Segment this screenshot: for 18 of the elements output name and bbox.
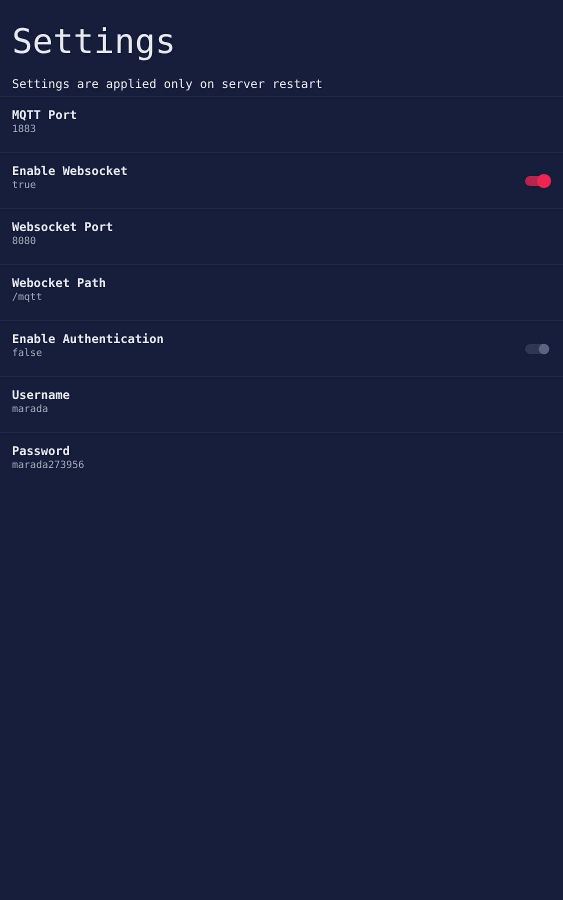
setting-label: MQTT Port (12, 106, 78, 122)
setting-value: true (12, 178, 36, 192)
setting-value: marada (12, 402, 48, 416)
setting-label: Webocket Path (12, 274, 106, 290)
page-title: Settings (11, 21, 177, 64)
restart-notice: Settings are applied only on server restart (11, 76, 324, 92)
setting-value: marada273956 (12, 458, 84, 472)
setting-label: Username (12, 386, 70, 402)
toggle-switch[interactable] (525, 342, 551, 356)
setting-label: Password (12, 442, 70, 458)
setting-value: 8080 (12, 234, 36, 248)
setting-label: Enable Authentication (12, 330, 164, 346)
setting-label: Websocket Port (12, 218, 114, 234)
toggle-switch[interactable] (525, 174, 551, 188)
setting-value: false (12, 346, 42, 360)
setting-value: /mqtt (12, 290, 42, 304)
setting-label: Enable Websocket (12, 162, 128, 178)
setting-value: 1883 (12, 122, 36, 136)
